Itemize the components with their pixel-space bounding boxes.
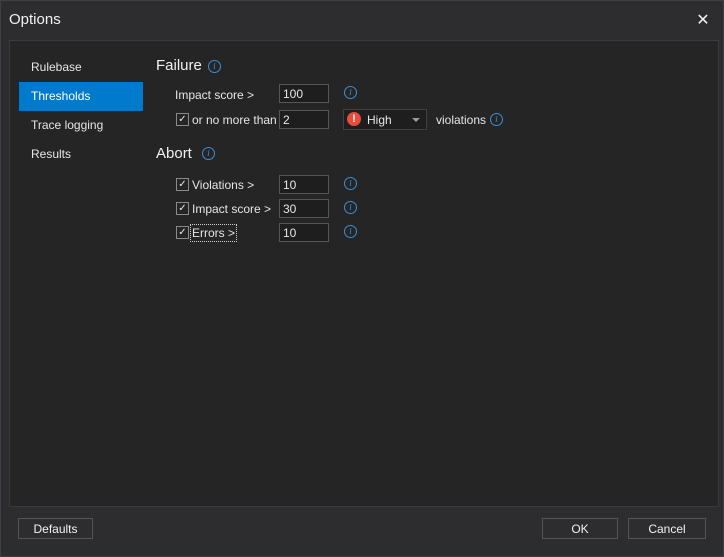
info-icon[interactable]: i bbox=[344, 201, 357, 214]
ok-button[interactable]: OK bbox=[542, 518, 618, 539]
defaults-button[interactable]: Defaults bbox=[18, 518, 93, 539]
abort-violations-checkbox[interactable]: ✓ bbox=[176, 178, 189, 191]
check-icon: ✓ bbox=[178, 179, 187, 190]
abort-impact-label: Impact score > bbox=[192, 202, 272, 216]
info-icon[interactable]: i bbox=[490, 113, 503, 126]
abort-violations-input[interactable]: 10 bbox=[279, 175, 329, 194]
options-content: Rulebase Thresholds Trace logging Result… bbox=[9, 40, 719, 507]
sidebar-item-trace-logging[interactable]: Trace logging bbox=[19, 111, 143, 140]
failure-or-no-more-input[interactable]: 2 bbox=[279, 110, 329, 129]
info-icon[interactable]: i bbox=[208, 60, 221, 73]
violations-suffix: violations bbox=[436, 113, 487, 127]
chevron-down-icon bbox=[412, 118, 420, 122]
check-icon: ✓ bbox=[178, 114, 187, 125]
check-icon: ✓ bbox=[178, 227, 187, 238]
check-icon: ✓ bbox=[178, 203, 187, 214]
severity-select[interactable]: ! High bbox=[343, 109, 427, 130]
abort-title: Abort bbox=[156, 145, 192, 162]
abort-violations-label: Violations > bbox=[192, 178, 255, 192]
failure-or-no-more-label: or no more than bbox=[192, 113, 277, 127]
exclamation-icon: ! bbox=[347, 112, 361, 126]
abort-impact-input[interactable]: 30 bbox=[279, 199, 329, 218]
failure-or-no-more-checkbox[interactable]: ✓ bbox=[176, 113, 189, 126]
sidebar-item-rulebase[interactable]: Rulebase bbox=[19, 53, 143, 82]
dialog-title: Options bbox=[9, 11, 61, 28]
sidebar-item-results[interactable]: Results bbox=[19, 140, 143, 169]
abort-errors-input[interactable]: 10 bbox=[279, 223, 329, 242]
sidebar-item-thresholds[interactable]: Thresholds bbox=[19, 82, 143, 111]
failure-impact-label: Impact score > bbox=[175, 88, 255, 102]
info-icon[interactable]: i bbox=[344, 86, 357, 99]
failure-impact-input[interactable]: 100 bbox=[279, 84, 329, 103]
options-dialog: Options ✕ Rulebase Thresholds Trace logg… bbox=[0, 0, 724, 557]
title-bar: Options ✕ bbox=[1, 1, 723, 39]
cancel-button[interactable]: Cancel bbox=[628, 518, 706, 539]
abort-impact-checkbox[interactable]: ✓ bbox=[176, 202, 189, 215]
info-icon[interactable]: i bbox=[202, 147, 215, 160]
abort-errors-checkbox[interactable]: ✓ bbox=[176, 226, 189, 239]
info-icon[interactable]: i bbox=[344, 177, 357, 190]
sidebar: Rulebase Thresholds Trace logging Result… bbox=[19, 53, 143, 169]
abort-errors-label: Errors > bbox=[189, 224, 238, 242]
failure-title: Failure bbox=[156, 57, 202, 74]
severity-selected: High bbox=[367, 113, 392, 127]
info-icon[interactable]: i bbox=[344, 225, 357, 238]
close-icon[interactable]: ✕ bbox=[693, 10, 713, 30]
